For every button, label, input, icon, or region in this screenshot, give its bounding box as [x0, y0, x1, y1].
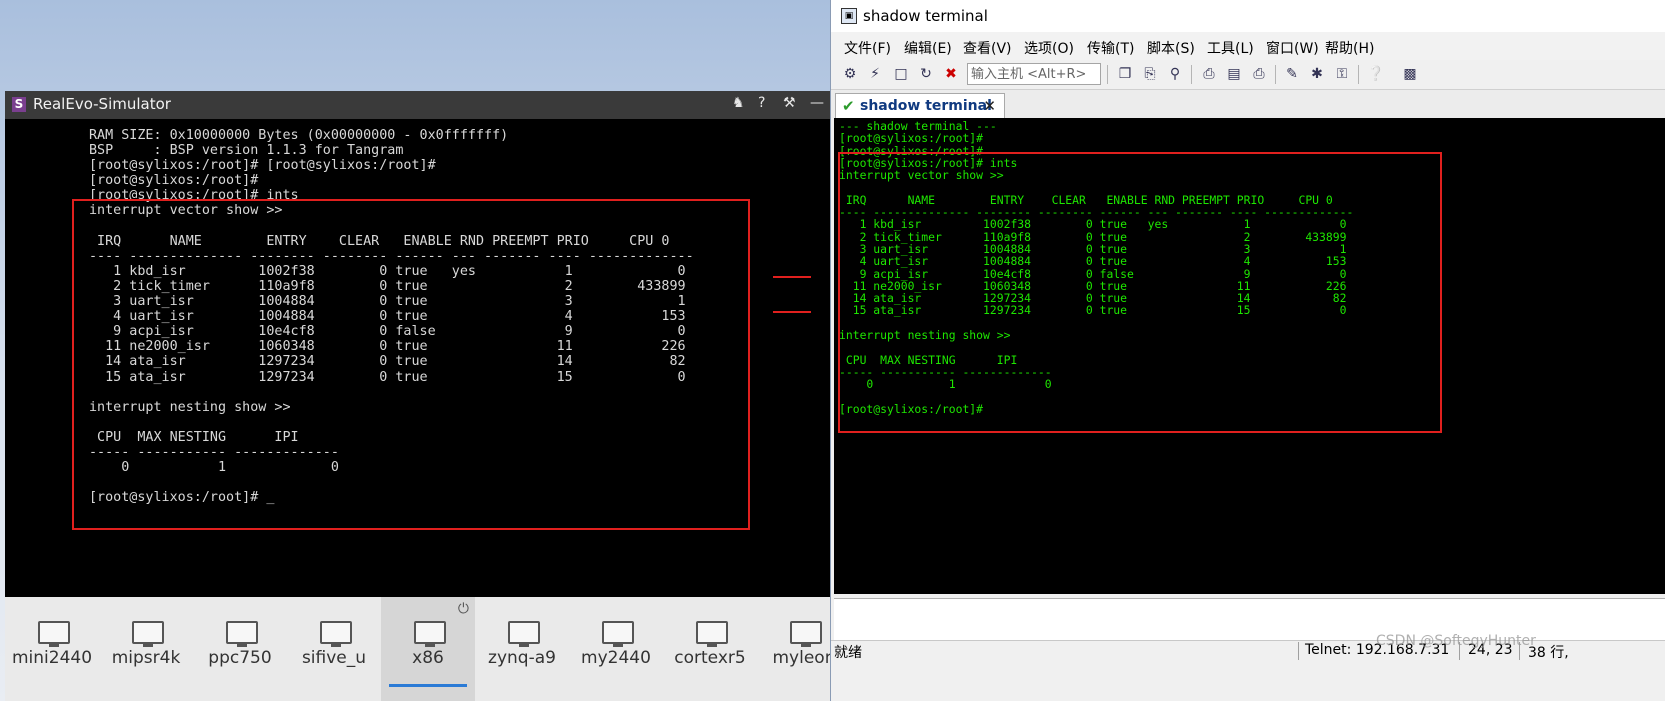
shadow-menubar: 文件(F) 编辑(E) 查看(V) 选项(O) 传输(T) 脚本(S) 工具(L… [831, 32, 1665, 60]
sim-line: [root@sylixos:/root]# [89, 173, 259, 189]
active-indicator [389, 684, 467, 687]
monitor-icon [696, 621, 728, 647]
dock-item-label: cortexr5 [674, 648, 746, 668]
host-input[interactable]: 输入主机 <Alt+R> [967, 63, 1101, 85]
session-options-icon[interactable]: ✎ [1282, 64, 1302, 84]
simulator-device-dock: mini2440 mipsr4k ppc750 sifive_u x86 ⏻ zynq-a9… [5, 597, 880, 701]
dock-item-label: mini2440 [11, 648, 93, 668]
menu-view[interactable]: 查看(V) [963, 38, 1012, 58]
disconnect-icon[interactable]: ✖ [941, 64, 961, 84]
dock-item-label: ppc750 [208, 648, 272, 668]
paste-icon[interactable]: ⎘ [1140, 64, 1160, 84]
global-options-icon[interactable]: ✱ [1307, 64, 1327, 84]
menu-file[interactable]: 文件(F) [844, 38, 891, 58]
screen-icon[interactable]: ▩ [1400, 64, 1420, 84]
toolbar-divider [1358, 65, 1359, 84]
shadow-tabbar: ✔ shadow terminal ✕ [831, 90, 1665, 119]
print-setup-icon[interactable]: ⎙ [1199, 64, 1219, 84]
simulator-title: RealEvo-Simulator [33, 95, 171, 113]
dock-item-ppc750[interactable]: ppc750 [193, 597, 287, 701]
power-icon[interactable]: ⏻ [458, 601, 469, 617]
window-bottom [831, 661, 1665, 701]
dock-item-mipsr4k[interactable]: mipsr4k [99, 597, 193, 701]
toolbar-divider [1191, 65, 1192, 84]
dock-item-mini2440[interactable]: mini2440 [5, 597, 99, 701]
dock-item-zynq-a9[interactable]: zynq-a9 [475, 597, 569, 701]
quick-connect-icon[interactable]: ⚡ [865, 64, 885, 84]
menu-options[interactable]: 选项(O) [1024, 38, 1074, 58]
sim-line: RAM SIZE: 0x10000000 Bytes (0x00000000 -… [89, 128, 509, 143]
monitor-icon [414, 621, 446, 647]
status-bar: 就绪 Telnet: 192.168.7.31 24, 23 38 行, [831, 640, 1665, 661]
monitor-icon [132, 621, 164, 647]
tab-label: shadow terminal [860, 98, 992, 114]
menu-tools[interactable]: 工具(L) [1207, 38, 1254, 58]
dock-item-label: my2440 [581, 648, 651, 668]
command-input-area[interactable] [834, 598, 1665, 641]
person-icon[interactable]: ♞ [732, 95, 745, 111]
monitor-icon [226, 621, 258, 647]
connect-tab-icon[interactable]: □ [891, 64, 911, 84]
annotation-box-left [72, 199, 750, 530]
menu-window[interactable]: 窗口(W) [1266, 38, 1319, 58]
dock-item-label: mipsr4k [111, 648, 181, 668]
monitor-icon [508, 621, 540, 647]
menu-edit[interactable]: 编辑(E) [904, 38, 952, 58]
dock-item-label: zynq-a9 [488, 648, 556, 668]
annotation-dash [773, 276, 811, 278]
csdn-watermark: CSDN @SoftegyHunter [1376, 633, 1536, 649]
menu-help[interactable]: 帮助(H) [1325, 38, 1374, 58]
print-icon[interactable]: ⎙ [1249, 64, 1269, 84]
minimize-icon[interactable]: — [810, 95, 824, 111]
connected-check-icon: ✔ [842, 97, 855, 115]
dock-item-label: x86 [412, 648, 444, 668]
close-tab-icon[interactable]: ✕ [983, 97, 996, 115]
wrench-icon[interactable]: ⚒ [783, 95, 796, 111]
print-preview-icon[interactable]: ▤ [1224, 64, 1244, 84]
tab-shadow-terminal[interactable]: ✔ shadow terminal ✕ [835, 93, 1005, 119]
shadow-titlebar[interactable]: ▣ shadow terminal [831, 0, 1665, 32]
toolbar-divider [1275, 65, 1276, 84]
terminal-app-icon: ▣ [841, 8, 857, 24]
monitor-icon [602, 621, 634, 647]
keymap-icon[interactable]: ⚿ [1332, 64, 1352, 84]
menu-script[interactable]: 脚本(S) [1147, 38, 1195, 58]
toolbar-divider [1107, 65, 1108, 84]
annotation-box-right [838, 152, 1442, 433]
help-icon[interactable]: ? [758, 95, 765, 111]
sim-line: [root@sylixos:/root]# [root@sylixos:/roo… [89, 158, 436, 174]
find-icon[interactable]: ⚲ [1165, 64, 1185, 84]
menu-transfer[interactable]: 传输(T) [1087, 38, 1134, 58]
monitor-icon [790, 621, 822, 647]
dock-item-my2440[interactable]: my2440 [569, 597, 663, 701]
shadow-toolbar: ⚙ ⚡ □ ↻ ✖ 输入主机 <Alt+R> ❐ ⎘ ⚲ ⎙ ▤ ⎙ ✎ ✱ ⚿… [831, 60, 1665, 90]
status-ready: 就绪 [834, 645, 862, 661]
connect-icon[interactable]: ⚙ [840, 64, 860, 84]
monitor-icon [320, 621, 352, 647]
dock-item-cortexr5[interactable]: cortexr5 [663, 597, 757, 701]
annotation-dash [773, 311, 811, 313]
realevo-logo-icon: S [12, 97, 26, 112]
reconnect-icon[interactable]: ↻ [916, 64, 936, 84]
shadow-window-title: shadow terminal [863, 7, 988, 25]
dock-item-x86[interactable]: x86 ⏻ [381, 597, 475, 701]
status-divider [1298, 642, 1299, 660]
copy-icon[interactable]: ❐ [1115, 64, 1135, 84]
dock-item-sifive_u[interactable]: sifive_u [287, 597, 381, 701]
dock-item-label: sifive_u [301, 648, 367, 668]
simulator-titlebar[interactable]: S RealEvo-Simulator ♞ ? ⚒ — [5, 91, 880, 119]
help-icon[interactable]: ❔ [1366, 64, 1386, 84]
monitor-icon [38, 621, 70, 647]
sim-line: BSP : BSP version 1.1.3 for Tangram [89, 143, 404, 159]
